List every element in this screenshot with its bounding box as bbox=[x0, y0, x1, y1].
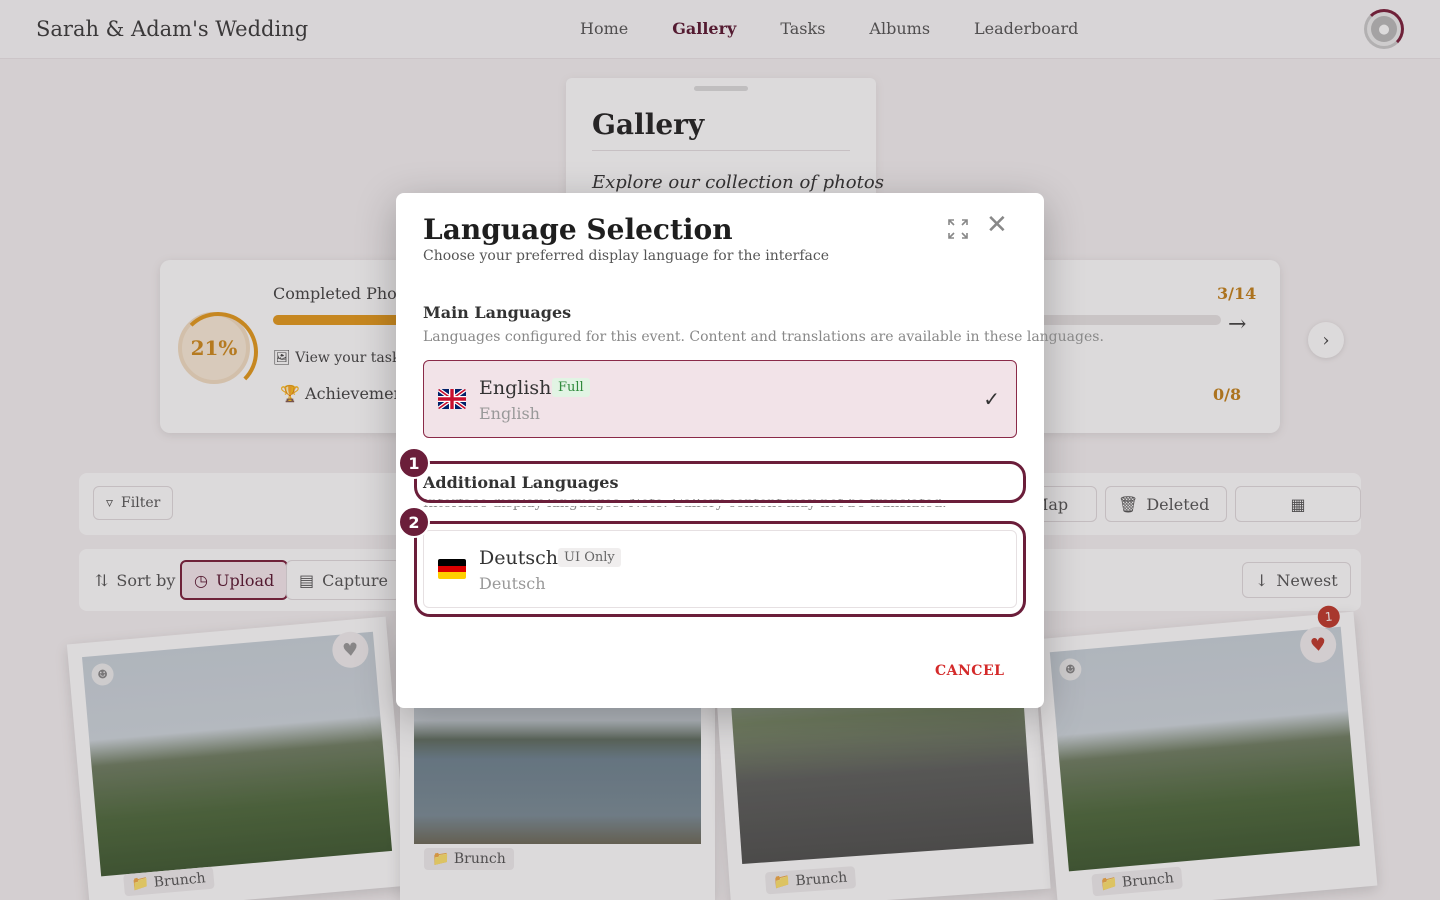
main-languages-description: Languages configured for this event. Con… bbox=[423, 329, 1104, 345]
dialog-title: Language Selection bbox=[423, 213, 733, 246]
cancel-button[interactable]: CANCEL bbox=[935, 663, 1004, 679]
expand-icon[interactable] bbox=[946, 217, 970, 241]
annotation-marker: 2 bbox=[398, 506, 430, 538]
check-icon: ✓ bbox=[983, 387, 1000, 411]
language-option-english[interactable]: English Full English ✓ bbox=[423, 360, 1017, 438]
dialog-subtitle: Choose your preferred display language f… bbox=[423, 248, 830, 264]
full-support-badge: Full bbox=[552, 378, 590, 397]
annotation-highlight bbox=[414, 461, 1026, 503]
annotation-marker: 1 bbox=[398, 447, 430, 479]
close-icon[interactable]: ✕ bbox=[986, 212, 1010, 238]
language-name: English bbox=[479, 377, 552, 399]
uk-flag-icon bbox=[438, 389, 466, 409]
language-selection-dialog: Language Selection Choose your preferred… bbox=[396, 193, 1104, 708]
language-native-name: English bbox=[479, 404, 540, 423]
main-languages-heading: Main Languages bbox=[423, 303, 572, 322]
annotation-highlight bbox=[414, 521, 1026, 617]
